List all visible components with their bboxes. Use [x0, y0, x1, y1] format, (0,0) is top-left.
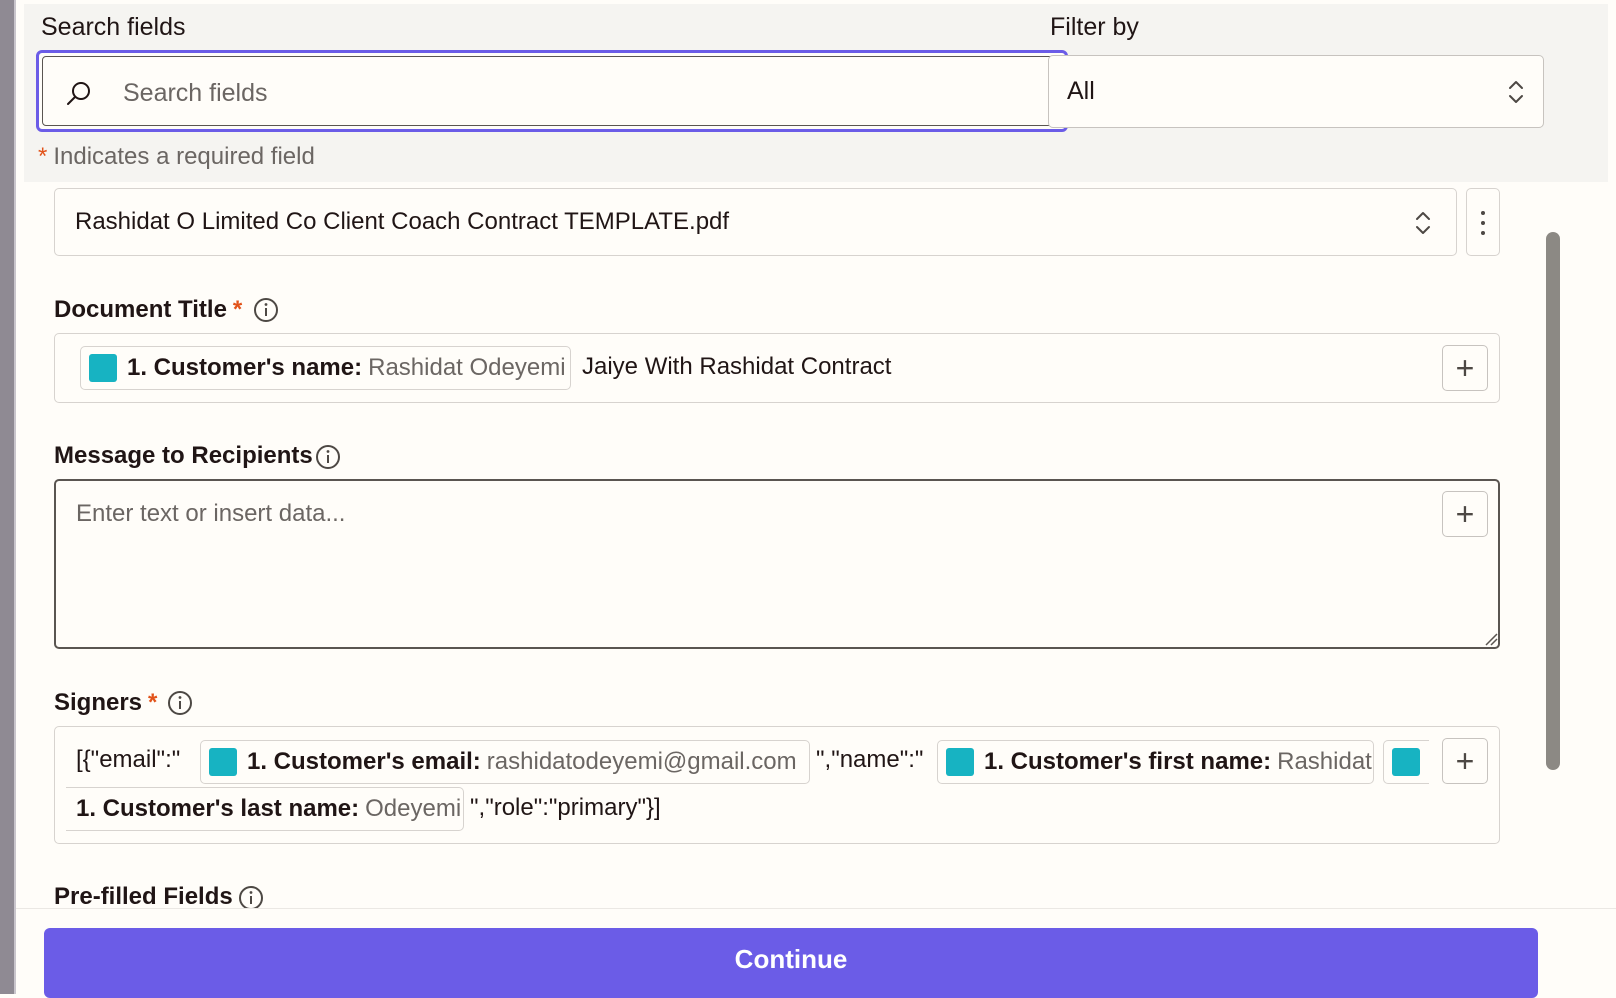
info-icon[interactable] [253, 297, 279, 323]
app-icon [1392, 748, 1420, 776]
filter-label: Filter by [1050, 13, 1139, 41]
required-star: * [148, 689, 158, 716]
pill-value: Rashidat [1277, 748, 1372, 775]
signers-text-2: ","name":" [816, 746, 924, 773]
data-pill-customer-email[interactable]: 1. Customer's email: rashidatodeyemi@gma… [200, 740, 810, 784]
scrollbar-thumb[interactable] [1546, 232, 1560, 770]
required-star: * [38, 143, 48, 170]
document-title-label: Document Title * [54, 296, 242, 324]
data-pill-customer-last-name-start[interactable] [1383, 740, 1429, 784]
window-edge-border [14, 0, 16, 994]
template-select-value: Rashidat O Limited Co Client Coach Contr… [75, 208, 730, 235]
template-select[interactable]: Rashidat O Limited Co Client Coach Contr… [54, 188, 1457, 256]
pill-value: rashidatodeyemi@gmail.com [486, 748, 797, 775]
data-pill-customer-first-name[interactable]: 1. Customer's first name: Rashidat [937, 740, 1374, 784]
data-pill-customer-last-name[interactable]: 1. Customer's last name: Odeyemi [66, 787, 464, 831]
signers-text-3: ","role":"primary"}] [470, 794, 661, 821]
updown-chevron-icon [1509, 81, 1523, 103]
kebab-menu-button[interactable] [1466, 188, 1500, 256]
insert-data-button[interactable]: + [1442, 738, 1488, 784]
app-icon [946, 748, 974, 776]
document-title-text: Jaiye With Rashidat Contract [582, 353, 892, 380]
search-icon [67, 82, 90, 105]
required-note-text: Indicates a required field [53, 143, 315, 170]
document-title-label-text: Document Title [54, 296, 227, 323]
data-pill-customer-name[interactable]: 1. Customer's name: Rashidat Odeyemi [80, 346, 571, 390]
prefilled-label: Pre-filled Fields [54, 883, 233, 910]
pill-key: 1. Customer's first name: [984, 748, 1272, 775]
required-field-note: * Indicates a required field [38, 143, 315, 171]
info-icon[interactable] [167, 690, 193, 716]
search-label: Search fields [41, 13, 186, 41]
plus-icon: + [1455, 349, 1475, 386]
message-label: Message to Recipients [54, 442, 313, 469]
continue-button[interactable]: Continue [44, 928, 1538, 998]
signers-label-text: Signers [54, 689, 143, 716]
pill-key: 1. Customer's email: [247, 748, 481, 775]
pill-value: Rashidat Odeyemi [368, 354, 566, 381]
filter-select[interactable]: All [1048, 55, 1544, 128]
pill-key: 1. Customer's name: [127, 354, 363, 381]
insert-data-button[interactable]: + [1442, 491, 1488, 537]
filter-select-value: All [1067, 77, 1095, 105]
search-field[interactable] [36, 50, 1068, 132]
resize-handle-icon[interactable] [1484, 632, 1498, 646]
required-star: * [232, 296, 243, 323]
plus-icon: + [1455, 495, 1475, 532]
search-input[interactable] [121, 67, 1025, 119]
pill-value: Odeyemi [365, 795, 462, 822]
app-icon [209, 748, 237, 776]
pill-key: 1. Customer's last name: [76, 795, 360, 822]
plus-icon: + [1455, 742, 1475, 779]
window-edge [0, 0, 14, 994]
insert-data-button[interactable]: + [1442, 345, 1488, 391]
app-icon [89, 354, 117, 382]
updown-chevron-icon [1416, 212, 1430, 234]
message-placeholder: Enter text or insert data... [76, 500, 346, 527]
signers-text-1: [{"email":" [76, 746, 181, 773]
signers-label: Signers * [54, 689, 157, 717]
info-icon[interactable] [315, 444, 341, 470]
